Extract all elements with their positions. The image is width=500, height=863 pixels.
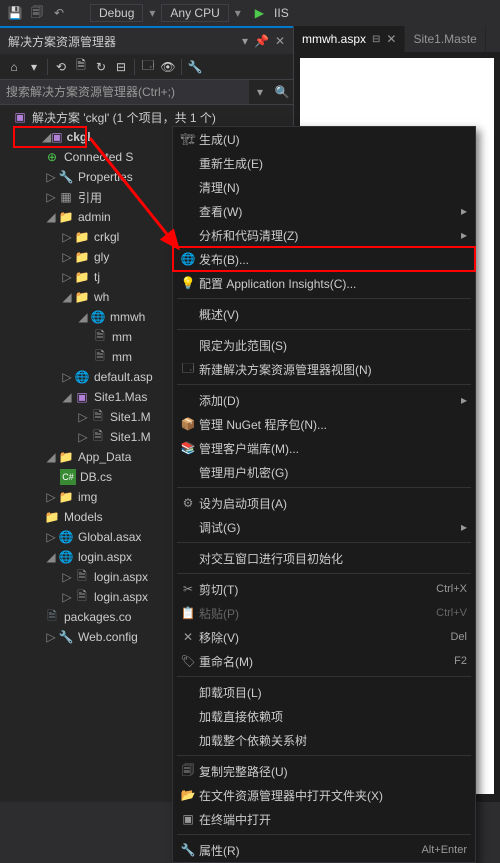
menu-clientlib[interactable]: 📚管理客户端库(M)... <box>173 436 475 460</box>
panel-toolbar: ⌂ ▾ ⟲ 🗎 ↻ ⊟ 🗔 👁 🔧 <box>0 54 293 80</box>
close-icon[interactable]: ✕ <box>275 34 285 48</box>
menu-startup[interactable]: ⚙设为启动项目(A) <box>173 491 475 515</box>
search-icon[interactable]: 🔍 <box>271 80 293 104</box>
project-node-ckgl[interactable]: ◢▣ckgl <box>14 127 86 147</box>
menu-view[interactable]: 查看(W)▸ <box>173 199 475 223</box>
menu-usersecrets[interactable]: 管理用户机密(G) <box>173 460 475 484</box>
refresh-icon[interactable]: ↻ <box>91 57 111 77</box>
save-all-icon[interactable]: 🗐 <box>28 4 46 22</box>
menu-clean[interactable]: 清理(N) <box>173 175 475 199</box>
copy-icon: 🗐 <box>177 761 199 782</box>
cut-icon: ✂ <box>177 582 199 596</box>
menu-openfolder[interactable]: 📂在文件资源管理器中打开文件夹(X) <box>173 783 475 807</box>
search-dropdown-icon[interactable]: ▾ <box>249 80 271 104</box>
context-menu: 🏗生成(U) 重新生成(E) 清理(N) 查看(W)▸ 分析和代码清理(Z)▸ … <box>172 126 476 863</box>
tab-mmwh[interactable]: mmwh.aspx ⊟ ✕ <box>294 26 405 52</box>
menu-analyze[interactable]: 分析和代码清理(Z)▸ <box>173 223 475 247</box>
wrench-icon: 🔧 <box>177 843 199 857</box>
clientlib-icon: 📚 <box>177 441 199 455</box>
showall-icon[interactable]: 🗎 <box>71 57 91 77</box>
menu-nuget[interactable]: 📦管理 NuGet 程序包(N)... <box>173 412 475 436</box>
tab-label: mmwh.aspx <box>302 32 366 46</box>
properties-icon[interactable]: 🗔 <box>138 57 158 77</box>
paste-icon: 📋 <box>177 606 199 620</box>
build-icon: 🏗 <box>177 132 199 146</box>
config-select[interactable]: Debug <box>90 4 143 22</box>
platform-select[interactable]: Any CPU <box>161 4 228 22</box>
menu-rebuild[interactable]: 重新生成(E) <box>173 151 475 175</box>
main-toolbar: 💾 🗐 ↶ Debug ▾ Any CPU ▾ ▶ IIS <box>0 0 500 26</box>
tab-site1[interactable]: Site1.Maste <box>405 26 485 52</box>
menu-scope[interactable]: 限定为此范围(S) <box>173 333 475 357</box>
collapse-icon[interactable]: ⊟ <box>111 57 131 77</box>
menu-loadtree[interactable]: 加载整个依赖关系树 <box>173 728 475 752</box>
menu-remove[interactable]: ✕移除(V)Del <box>173 625 475 649</box>
dropdown-icon[interactable]: ▾ <box>242 34 248 48</box>
menu-initwin[interactable]: 对交互窗口进行项目初始化 <box>173 546 475 570</box>
menu-newview[interactable]: 🗔新建解决方案资源管理器视图(N) <box>173 357 475 381</box>
undo-icon[interactable]: ↶ <box>50 4 68 22</box>
pin-icon[interactable]: 📌 <box>254 34 269 48</box>
globe-icon: 🌐 <box>177 252 199 266</box>
terminal-icon: ▣ <box>177 812 199 826</box>
menu-build[interactable]: 🏗生成(U) <box>173 127 475 151</box>
dropdown-icon[interactable]: ▾ <box>24 57 44 77</box>
gear-icon: ⚙ <box>177 496 199 510</box>
panel-title: 解决方案资源管理器 <box>8 33 242 50</box>
run-icon[interactable]: ▶ <box>255 6 264 20</box>
menu-properties[interactable]: 🔧属性(R)Alt+Enter <box>173 838 475 862</box>
menu-appinsights[interactable]: 💡配置 Application Insights(C)... <box>173 271 475 295</box>
menu-copypath[interactable]: 🗐复制完整路径(U) <box>173 759 475 783</box>
solution-node[interactable]: ▣解决方案 'ckgl' (1 个项目，共 1 个) <box>0 107 293 127</box>
run-target[interactable]: IIS <box>274 6 289 20</box>
menu-overview[interactable]: 概述(V) <box>173 302 475 326</box>
tab-label: Site1.Maste <box>413 32 476 46</box>
menu-debug[interactable]: 调试(G)▸ <box>173 515 475 539</box>
menu-openterm[interactable]: ▣在终端中打开 <box>173 807 475 831</box>
menu-publish[interactable]: 🌐发布(B)... <box>173 247 475 271</box>
menu-rename[interactable]: 🏷重命名(M)F2 <box>173 649 475 673</box>
rename-icon: 🏷 <box>177 654 199 668</box>
menu-cut[interactable]: ✂剪切(T)Ctrl+X <box>173 577 475 601</box>
sync-icon[interactable]: ⟲ <box>51 57 71 77</box>
home-icon[interactable]: ⌂ <box>4 57 24 77</box>
newview-icon: 🗔 <box>177 359 199 380</box>
search-input[interactable]: 搜索解决方案资源管理器(Ctrl+;) <box>0 80 249 104</box>
menu-loaddeps[interactable]: 加载直接依赖项 <box>173 704 475 728</box>
save-icon[interactable]: 💾 <box>6 4 24 22</box>
close-icon[interactable]: ✕ <box>386 32 396 46</box>
menu-paste: 📋粘贴(P)Ctrl+V <box>173 601 475 625</box>
insights-icon: 💡 <box>177 276 199 290</box>
nuget-icon: 📦 <box>177 417 199 431</box>
delete-icon: ✕ <box>177 630 199 644</box>
panel-titlebar: 解决方案资源管理器 ▾ 📌 ✕ <box>0 26 293 54</box>
pin-icon[interactable]: ⊟ <box>372 34 380 45</box>
menu-unload[interactable]: 卸载项目(L) <box>173 680 475 704</box>
folder-icon: 📂 <box>177 788 199 802</box>
menu-add[interactable]: 添加(D)▸ <box>173 388 475 412</box>
tabstrip: mmwh.aspx ⊟ ✕ Site1.Maste <box>294 26 500 52</box>
wrench-icon[interactable]: 🔧 <box>185 57 205 77</box>
preview-icon[interactable]: 👁 <box>158 57 178 77</box>
